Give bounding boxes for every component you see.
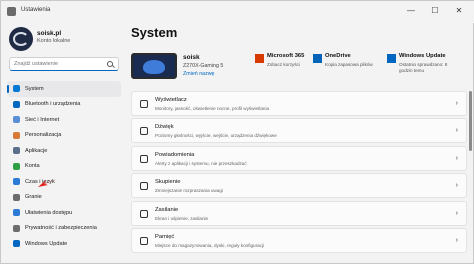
sidebar-item-label: Konta bbox=[25, 163, 40, 170]
device-model: Z270X-Gaming 5 bbox=[183, 63, 224, 69]
scrollbar-thumb[interactable] bbox=[469, 91, 472, 151]
card-subtitle: Alerty z aplikacji i systemu, nie przesz… bbox=[155, 160, 247, 166]
shield-icon bbox=[13, 224, 20, 232]
update-icon bbox=[13, 240, 20, 247]
settings-window: Ustawienia — ☐ ✕ soisk.pl Konto lokalne … bbox=[0, 0, 474, 264]
sidebar-item-label: Prywatność i zabezpieczenia bbox=[25, 225, 97, 232]
minimize-button[interactable]: — bbox=[401, 3, 421, 19]
card-focus[interactable]: Skupienie Zmniejszanie rozpraszania uwag… bbox=[131, 173, 467, 199]
card-title: Skupienie bbox=[155, 179, 181, 186]
card-subtitle: Ekran i uśpienie, zasilanie bbox=[155, 215, 209, 221]
search-input[interactable] bbox=[9, 57, 119, 71]
device-name: soisk bbox=[183, 54, 200, 61]
card-title: Wyświetlacz bbox=[155, 97, 187, 103]
card-notifications[interactable]: Powiadomienia Alerty z aplikacji i syste… bbox=[131, 145, 467, 171]
person-icon bbox=[13, 162, 20, 170]
globe-icon bbox=[13, 178, 20, 185]
chevron-right-icon: › bbox=[455, 154, 458, 162]
onedrive-icon bbox=[313, 54, 322, 63]
brush-icon bbox=[13, 131, 20, 139]
scrollbar[interactable] bbox=[469, 71, 472, 221]
card-storage[interactable]: Pamięć Miejsce do magazynowania, dyski, … bbox=[131, 227, 467, 253]
tile-title: Windows Update bbox=[399, 53, 446, 59]
card-title: Pamięć bbox=[155, 233, 175, 240]
wifi-icon bbox=[13, 116, 20, 123]
title-bar: Ustawienia — ☐ ✕ bbox=[1, 1, 474, 23]
card-power[interactable]: Zasilanie Ekran i uśpienie, zasilanie › bbox=[131, 200, 467, 226]
maximize-button[interactable]: ☐ bbox=[425, 3, 445, 19]
chevron-right-icon: › bbox=[455, 209, 458, 217]
sidebar-item-accessibility[interactable]: Ułatwienia dostępu bbox=[7, 205, 121, 221]
profile-account-type: Konto lokalne bbox=[37, 38, 71, 44]
card-display[interactable]: Wyświetlacz Monitory, jasność, oświetlen… bbox=[131, 91, 467, 116]
sidebar-item-accounts[interactable]: Konta bbox=[7, 159, 121, 175]
main-content: System soisk Z270X-Gaming 5 Zmień nazwę … bbox=[125, 23, 474, 264]
sidebar-item-label: Personalizacja bbox=[25, 132, 62, 139]
rename-link[interactable]: Zmień nazwę bbox=[183, 71, 215, 77]
sidebar-item-network[interactable]: Sieć i Internet bbox=[7, 112, 121, 128]
microsoft365-icon bbox=[255, 54, 264, 63]
red-arrow-icon bbox=[38, 178, 58, 187]
sidebar-item-label: Granie bbox=[25, 194, 42, 201]
tile-subtitle: Ostatnio sprawdzano: 8 godzin temu bbox=[399, 62, 448, 73]
card-title: Zasilanie bbox=[155, 206, 179, 213]
sidebar-item-windows-update[interactable]: Windows Update bbox=[7, 236, 121, 252]
sidebar-item-personalization[interactable]: Personalizacja bbox=[7, 128, 121, 144]
sidebar-item-label: Ułatwienia dostępu bbox=[25, 209, 73, 216]
update-icon bbox=[387, 54, 396, 63]
chevron-right-icon: › bbox=[455, 182, 458, 190]
card-title: Powiadomienia bbox=[155, 151, 195, 158]
sidebar-item-time-language[interactable]: Czas i język bbox=[7, 174, 121, 190]
window-title: Ustawienia bbox=[21, 7, 51, 13]
avatar[interactable] bbox=[9, 27, 33, 51]
display-icon bbox=[140, 100, 148, 108]
card-title: Dźwięk bbox=[155, 124, 174, 131]
sidebar-item-privacy[interactable]: Prywatność i zabezpieczenia bbox=[7, 221, 121, 237]
chevron-right-icon: › bbox=[455, 127, 458, 135]
sidebar-item-label: System bbox=[25, 85, 44, 92]
settings-app-icon bbox=[7, 7, 16, 16]
tile-title: OneDrive bbox=[325, 53, 351, 59]
sidebar-item-label: Sieć i Internet bbox=[25, 116, 60, 123]
sidebar: soisk.pl Konto lokalne System Bluetooth … bbox=[1, 23, 125, 264]
tile-subtitle: Kopia zapasowa plików bbox=[325, 62, 373, 67]
apps-icon bbox=[13, 147, 20, 154]
sidebar-item-bluetooth[interactable]: Bluetooth i urządzenia bbox=[7, 97, 121, 113]
page-title: System bbox=[131, 25, 178, 40]
card-subtitle: Monitory, jasność, oświetlenie nocne, pr… bbox=[155, 106, 270, 111]
card-subtitle: Poziomy głośności, wyjście, wejście, urz… bbox=[155, 133, 277, 139]
card-sound[interactable]: Dźwięk Poziomy głośności, wyjście, wejśc… bbox=[131, 118, 467, 144]
chevron-right-icon: › bbox=[455, 100, 458, 107]
gamepad-icon bbox=[13, 193, 20, 201]
settings-cards: Wyświetlacz Monitory, jasność, oświetlen… bbox=[131, 91, 467, 255]
chevron-right-icon: › bbox=[455, 236, 458, 244]
device-image bbox=[131, 53, 177, 79]
search-icon[interactable] bbox=[107, 61, 113, 67]
sidebar-item-gaming[interactable]: Granie bbox=[7, 190, 121, 206]
profile-name: soisk.pl bbox=[37, 30, 62, 37]
sidebar-item-label: Windows Update bbox=[25, 240, 68, 247]
sidebar-item-label: Bluetooth i urządzenia bbox=[25, 101, 81, 108]
card-subtitle: Zmniejszanie rozpraszania uwagi bbox=[155, 188, 223, 194]
bell-icon bbox=[140, 154, 148, 163]
speaker-icon bbox=[140, 127, 148, 136]
card-subtitle: Miejsce do magazynowania, dyski, reguły … bbox=[155, 242, 265, 248]
close-button[interactable]: ✕ bbox=[449, 3, 469, 19]
monitor-icon bbox=[13, 85, 20, 92]
sidebar-nav: System Bluetooth i urządzenia Sieć i Int… bbox=[7, 81, 121, 252]
tile-title: Microsoft 365 bbox=[267, 53, 305, 59]
sidebar-item-apps[interactable]: Aplikacje bbox=[7, 143, 121, 159]
sidebar-item-label: Aplikacje bbox=[25, 147, 48, 154]
accessibility-icon bbox=[13, 209, 20, 216]
bluetooth-icon bbox=[13, 100, 20, 108]
storage-icon bbox=[140, 236, 148, 245]
focus-icon bbox=[140, 182, 148, 191]
power-icon bbox=[140, 209, 148, 218]
sidebar-item-system[interactable]: System bbox=[7, 81, 121, 97]
